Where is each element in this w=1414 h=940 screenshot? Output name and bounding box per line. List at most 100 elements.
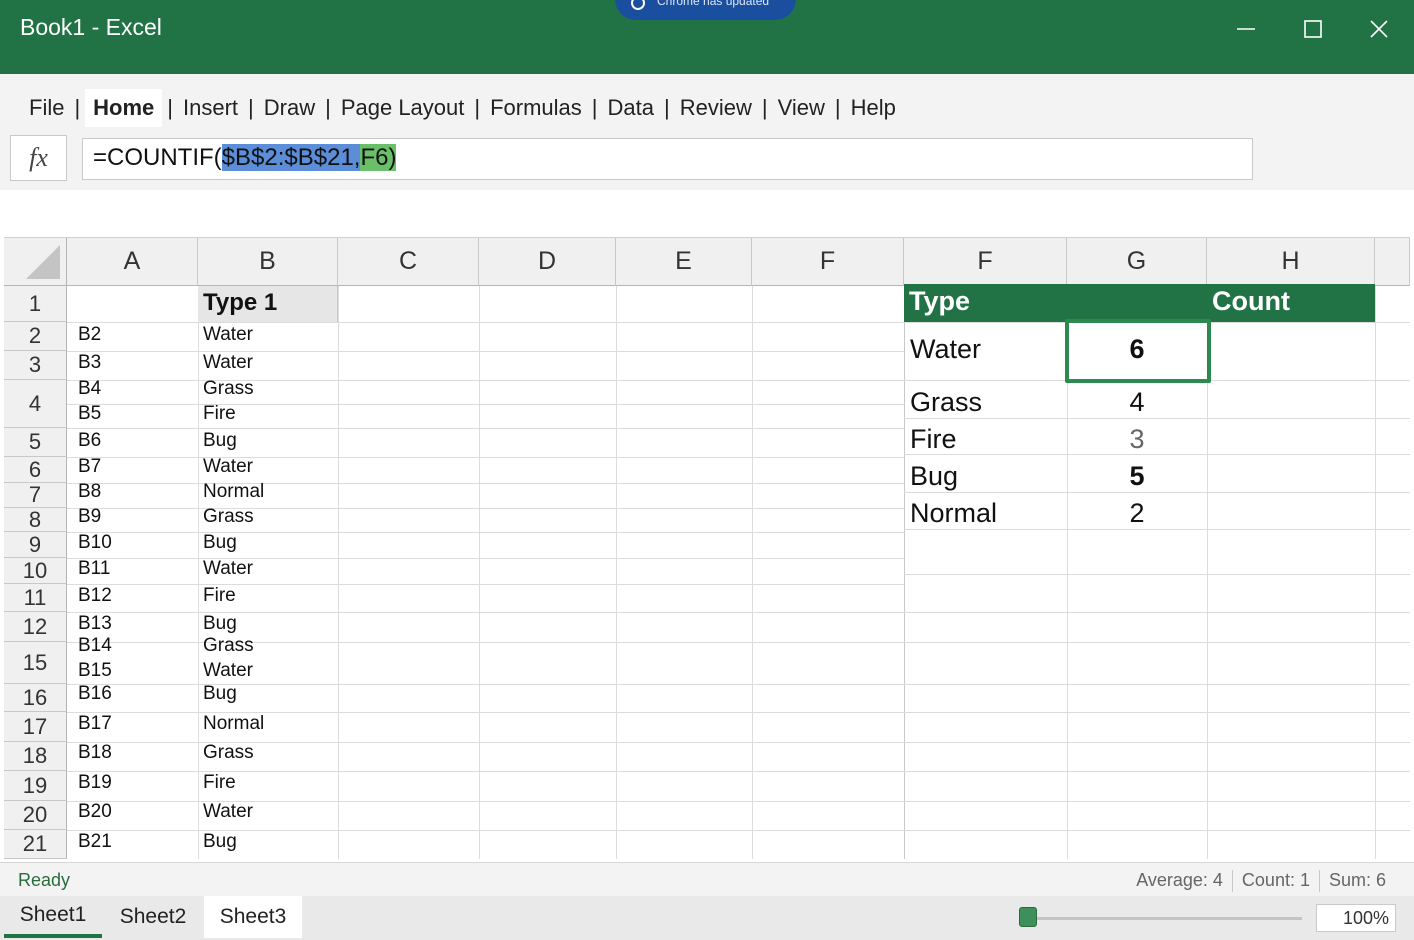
menu-review[interactable]: Review xyxy=(679,95,753,121)
summary-count-grass[interactable]: 4 xyxy=(1067,387,1207,418)
column-header-f[interactable]: F xyxy=(752,238,904,286)
menu-draw[interactable]: Draw xyxy=(263,95,316,121)
cell-b6[interactable]: Bug xyxy=(203,430,237,452)
row-header[interactable]: 15 xyxy=(4,642,67,684)
cell-b8[interactable]: Normal xyxy=(203,481,264,503)
row-header[interactable]: 6 xyxy=(4,457,67,483)
cell-b16[interactable]: Bug xyxy=(203,683,237,705)
row-header[interactable]: 10 xyxy=(4,558,67,584)
column-header-g-pane2[interactable]: G xyxy=(1067,238,1207,286)
cell-a13[interactable]: B13 xyxy=(78,613,112,635)
summary-type-fire[interactable]: Fire xyxy=(910,424,957,455)
summary-header-count[interactable]: Count xyxy=(1212,286,1290,317)
zoom-slider-track[interactable] xyxy=(1030,917,1302,920)
column-header-f-pane2[interactable]: F xyxy=(904,238,1067,286)
minimize-button[interactable] xyxy=(1226,12,1266,46)
menu-page-layout[interactable]: Page Layout xyxy=(340,95,466,121)
row-header[interactable]: 19 xyxy=(4,771,67,801)
cell-a9[interactable]: B9 xyxy=(78,506,101,528)
row-header[interactable]: 11 xyxy=(4,584,67,612)
menu-help[interactable]: Help xyxy=(850,95,897,121)
cell-a12[interactable]: B12 xyxy=(78,585,112,607)
cell-a8[interactable]: B8 xyxy=(78,481,101,503)
cell-b12[interactable]: Fire xyxy=(203,585,236,607)
row-header[interactable]: 2 xyxy=(4,322,67,351)
cell-a16[interactable]: B16 xyxy=(78,683,112,705)
status-count[interactable]: Count: 1 xyxy=(1242,870,1310,892)
worksheet-grid[interactable]: A B C D E F F G H 1 2 3 4 5 6 7 8 9 10 11 12 15 16 17 18 19 20 21 Ty… xyxy=(4,237,1410,860)
close-button[interactable] xyxy=(1359,12,1399,46)
summary-header-type[interactable]: Type xyxy=(909,286,970,317)
menu-data[interactable]: Data xyxy=(607,95,655,121)
menu-formulas[interactable]: Formulas xyxy=(489,95,583,121)
cell-b7[interactable]: Water xyxy=(203,456,253,478)
row-header[interactable]: 17 xyxy=(4,712,67,742)
update-notification[interactable]: Chrome has updated xyxy=(615,0,796,20)
cell-b11[interactable]: Water xyxy=(203,558,253,580)
cell-b21[interactable]: Bug xyxy=(203,831,237,853)
row-header[interactable]: 3 xyxy=(4,351,67,380)
menu-home[interactable]: Home xyxy=(85,89,163,127)
cell-a20[interactable]: B20 xyxy=(78,801,112,823)
cell-a7[interactable]: B7 xyxy=(78,456,101,478)
column-header-h-pane2[interactable]: H xyxy=(1207,238,1375,286)
row-header[interactable]: 20 xyxy=(4,801,67,830)
cell-a2[interactable]: B2 xyxy=(78,324,101,346)
cell-b18[interactable]: Grass xyxy=(203,742,254,764)
row-header[interactable]: 5 xyxy=(4,428,67,457)
menu-view[interactable]: View xyxy=(777,95,826,121)
cell-b14[interactable]: Grass xyxy=(203,635,254,657)
summary-type-water[interactable]: Water xyxy=(910,334,981,365)
cell-b13[interactable]: Bug xyxy=(203,613,237,635)
column-header-e[interactable]: E xyxy=(616,238,752,286)
cell-b19[interactable]: Fire xyxy=(203,772,236,794)
cell-a14[interactable]: B14 xyxy=(78,635,112,657)
column-header-a[interactable]: A xyxy=(67,238,198,286)
row-header[interactable]: 4 xyxy=(4,380,67,428)
status-sum[interactable]: Sum: 6 xyxy=(1329,870,1386,892)
cell-a21[interactable]: B21 xyxy=(78,831,112,853)
row-header[interactable]: 16 xyxy=(4,684,67,712)
summary-count-fire[interactable]: 3 xyxy=(1067,424,1207,455)
cell-b5[interactable]: Fire xyxy=(203,403,236,425)
cell-b3[interactable]: Water xyxy=(203,352,253,374)
summary-count-bug[interactable]: 5 xyxy=(1067,461,1207,492)
row-header[interactable]: 18 xyxy=(4,742,67,771)
summary-type-normal[interactable]: Normal xyxy=(910,498,997,529)
cell-b1-header[interactable]: Type 1 xyxy=(198,286,338,322)
active-cell-selection[interactable] xyxy=(1065,319,1211,383)
insert-function-button[interactable]: fx xyxy=(10,135,67,181)
cell-b10[interactable]: Bug xyxy=(203,532,237,554)
cell-a3[interactable]: B3 xyxy=(78,352,101,374)
maximize-button[interactable] xyxy=(1293,12,1333,46)
tab-sheet2[interactable]: Sheet2 xyxy=(104,896,202,938)
cell-b2[interactable]: Water xyxy=(203,324,253,346)
tab-sheet1[interactable]: Sheet1 xyxy=(4,896,102,938)
row-header[interactable]: 8 xyxy=(4,507,67,532)
summary-type-bug[interactable]: Bug xyxy=(910,461,958,492)
cell-b4[interactable]: Grass xyxy=(203,378,254,400)
menu-insert[interactable]: Insert xyxy=(182,95,239,121)
cell-b9[interactable]: Grass xyxy=(203,506,254,528)
row-header[interactable]: 9 xyxy=(4,532,67,558)
cell-a10[interactable]: B10 xyxy=(78,532,112,554)
column-header-c[interactable]: C xyxy=(338,238,479,286)
row-header[interactable]: 7 xyxy=(4,482,67,508)
column-header-b[interactable]: B xyxy=(198,238,338,286)
row-header[interactable]: 12 xyxy=(4,612,67,642)
summary-count-normal[interactable]: 2 xyxy=(1067,498,1207,529)
cell-a19[interactable]: B19 xyxy=(78,772,112,794)
cell-a18[interactable]: B18 xyxy=(78,742,112,764)
column-header-d[interactable]: D xyxy=(479,238,616,286)
cell-a17[interactable]: B17 xyxy=(78,713,112,735)
row-header[interactable]: 1 xyxy=(4,286,67,322)
summary-type-grass[interactable]: Grass xyxy=(910,387,982,418)
zoom-slider-handle[interactable] xyxy=(1019,907,1037,927)
cell-b15[interactable]: Water xyxy=(203,660,253,682)
cell-b17[interactable]: Normal xyxy=(203,713,264,735)
formula-input[interactable]: =COUNTIF($B$2:$B$21,F6) xyxy=(82,138,1253,180)
cell-a15[interactable]: B15 xyxy=(78,660,112,682)
menu-file[interactable]: File xyxy=(28,95,65,121)
cell-b20[interactable]: Water xyxy=(203,801,253,823)
cell-a11[interactable]: B11 xyxy=(78,558,110,580)
